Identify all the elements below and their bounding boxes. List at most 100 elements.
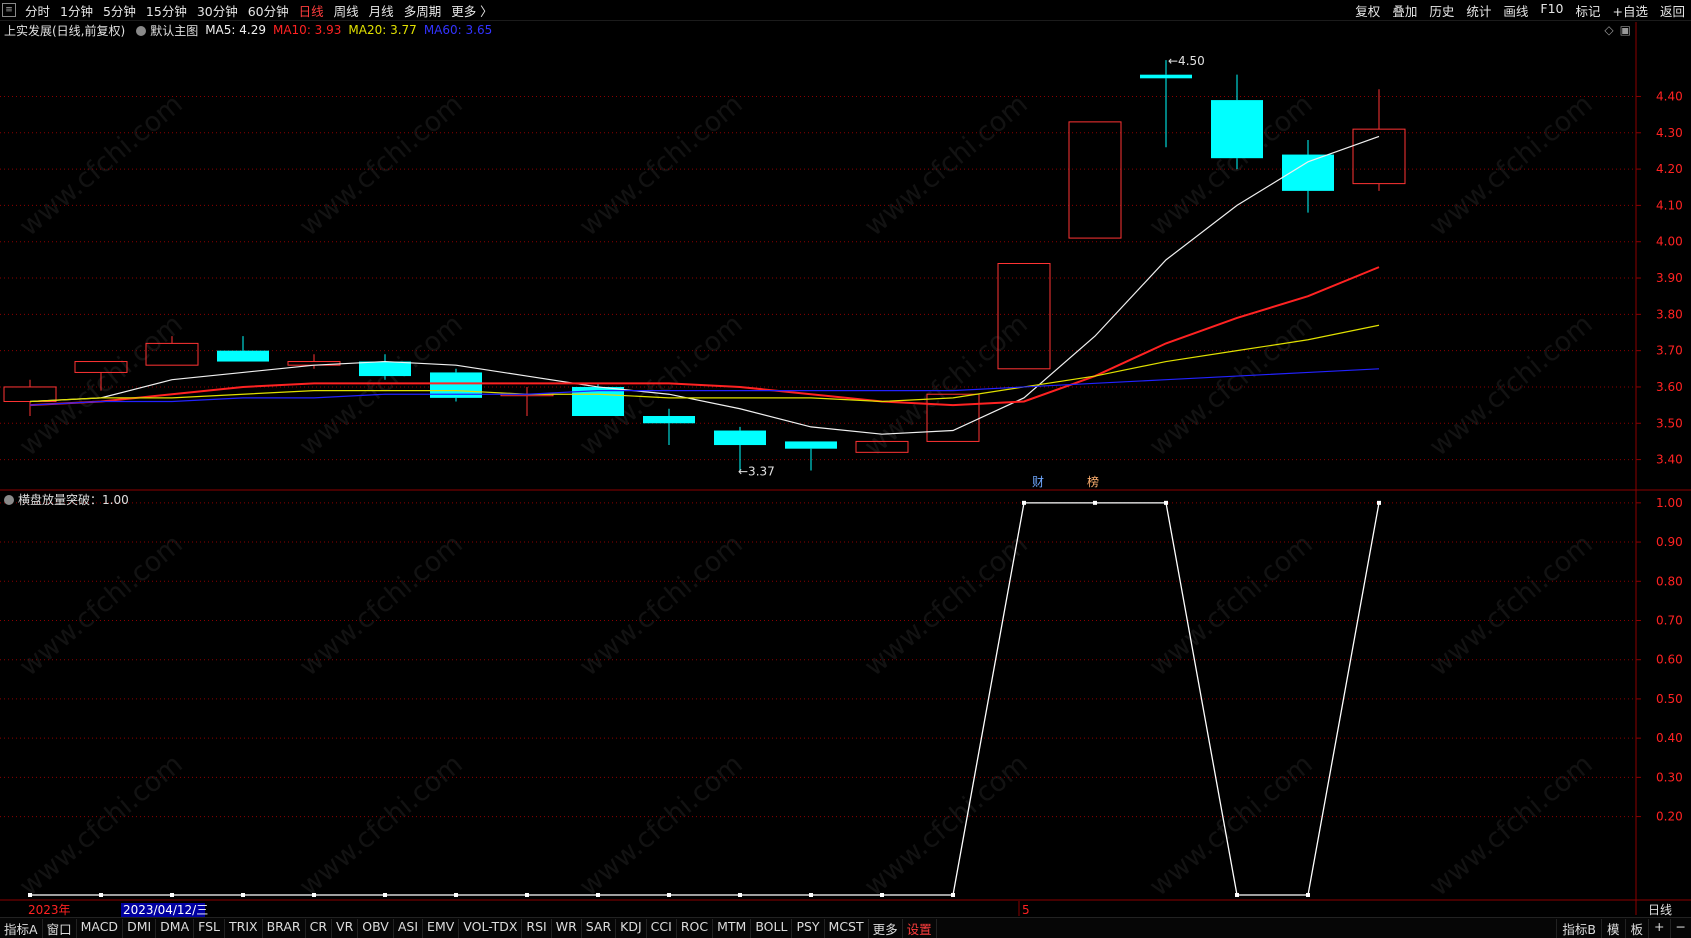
candle-body [926, 393, 980, 442]
period-tab-10[interactable]: 更多 〉 [446, 1, 497, 20]
period-tab-6[interactable]: 日线 [294, 1, 329, 20]
period-tab-3[interactable]: 15分钟 [141, 1, 192, 20]
indicator-point [596, 893, 600, 897]
bottom-right-tabs: 指标B 模板 + − [1556, 918, 1691, 938]
indicator-tick-label: 0.60 [1656, 653, 1683, 667]
indicator-tick-label: 0.30 [1656, 770, 1683, 784]
price-tick-label: 3.40 [1656, 453, 1683, 467]
indicator-tab-2[interactable]: MACD [77, 918, 124, 938]
diamond-icon[interactable]: ◇ [1604, 23, 1613, 37]
period-tab-5[interactable]: 60分钟 [243, 1, 294, 20]
candle-body [785, 441, 837, 449]
indicator-tab-5[interactable]: FSL [194, 918, 226, 938]
window-icon[interactable]: ▣ [1620, 23, 1631, 37]
toolbar-button-8[interactable]: 返回 [1654, 1, 1691, 20]
indicator-tab-25[interactable]: 设置 [903, 918, 937, 938]
indicator-tick-label: 0.50 [1656, 692, 1683, 706]
period-tab-4[interactable]: 30分钟 [192, 1, 243, 20]
bottom-right-tab-1[interactable]: 模 [1601, 918, 1625, 938]
indicator-tab-13[interactable]: VOL-TDX [459, 918, 523, 938]
indicator-point [880, 893, 884, 897]
indicator-tab-9[interactable]: VR [332, 918, 359, 938]
toolbar-button-2[interactable]: 历史 [1423, 1, 1460, 20]
indicator-tab-0[interactable]: 指标A [0, 918, 43, 938]
period-tab-0[interactable]: 分时 [20, 1, 55, 20]
candle-body [359, 361, 411, 377]
indicator-tab-12[interactable]: EMV [423, 918, 460, 938]
indicator-tab-18[interactable]: CCI [647, 918, 677, 938]
indicator-point [241, 893, 245, 897]
toolbar-button-5[interactable]: F10 [1534, 1, 1569, 20]
indicator-point [525, 893, 529, 897]
indicator-circle-icon[interactable] [4, 492, 18, 506]
candle-body [145, 342, 199, 366]
candle-body [3, 386, 57, 402]
indicator-tab-3[interactable]: DMI [123, 918, 157, 938]
toolbar-button-4[interactable]: 画线 [1497, 1, 1534, 20]
indicator-tab-4[interactable]: DMA [156, 918, 195, 938]
indicator-tab-20[interactable]: MTM [713, 918, 752, 938]
period-tab-7[interactable]: 周线 [329, 1, 364, 20]
indicator-tab-8[interactable]: CR [306, 918, 333, 938]
indicator-tab-1[interactable]: 窗口 [43, 918, 77, 938]
candle-body [74, 361, 128, 373]
indicator-tab-22[interactable]: PSY [792, 918, 825, 938]
indicator-tab-16[interactable]: SAR [582, 918, 617, 938]
indicator-tab-24[interactable]: 更多 [869, 918, 903, 938]
menu-icon[interactable]: ≡ [2, 3, 16, 17]
bottom-indicator-bar: 指标A 窗口 MACD DMI DMA FSL TRIX BRAR CR VR OBV ASI EMV V… [0, 917, 1691, 938]
indicator-tab-21[interactable]: BOLL [751, 918, 793, 938]
indicator-tab-10[interactable]: OBV [358, 918, 394, 938]
month-tick-label: 5 [1022, 903, 1030, 917]
price-tick-label: 4.30 [1656, 126, 1683, 140]
indicator-tab-17[interactable]: KDJ [616, 918, 647, 938]
bottom-right-tab-4[interactable]: − [1669, 918, 1691, 938]
top-toolbar: ≡ 分时 1分钟 5分钟 15分钟 30分钟 60分钟 日线 周线 月线 多周期 更多 〉 复权 叠加… [0, 0, 1691, 21]
ma-line-ma10 [29, 266, 1380, 407]
indicator-point [1306, 893, 1310, 897]
price-tick-label: 3.90 [1656, 271, 1683, 285]
toolbar-button-1[interactable]: 叠加 [1386, 1, 1423, 20]
date-cursor-label: 2023/04/12/三 [123, 903, 208, 917]
main-chart-label[interactable]: 默认主图 [150, 22, 198, 39]
low-price-marker: ←3.37 [738, 464, 775, 478]
toolbar-button-6[interactable]: 标记 [1569, 1, 1606, 20]
toolbar-button-3[interactable]: 统计 [1460, 1, 1497, 20]
candle-body [855, 440, 909, 453]
period-tab-8[interactable]: 月线 [364, 1, 399, 20]
bottom-right-tab-3[interactable]: + [1648, 918, 1669, 938]
indicator-tab-11[interactable]: ASI [394, 918, 424, 938]
indicator-tab-7[interactable]: BRAR [263, 918, 306, 938]
ma-line-ma5 [29, 135, 1380, 435]
indicator-point [312, 893, 316, 897]
bottom-right-tab-2[interactable]: 板 [1624, 918, 1649, 938]
settings-circle-icon[interactable] [132, 23, 150, 37]
candle-body [1140, 74, 1192, 79]
price-tick-label: 3.80 [1656, 307, 1683, 321]
indicator-tab-14[interactable]: RSI [522, 918, 552, 938]
indicator-tick-label: 0.70 [1656, 613, 1683, 627]
indicator-tick-label: 0.20 [1656, 810, 1683, 824]
toolbar-button-0[interactable]: 复权 [1349, 1, 1386, 20]
period-tab-2[interactable]: 5分钟 [98, 1, 141, 20]
candle-body [217, 350, 269, 362]
period-axis-label: 日线 [1648, 903, 1672, 917]
bottom-right-tab-0[interactable]: 指标B [1556, 918, 1601, 938]
price-tick-label: 4.10 [1656, 198, 1683, 212]
indicator-point [738, 893, 742, 897]
candle-body [1211, 100, 1263, 159]
toolbar-button-7[interactable]: +自选 [1607, 1, 1654, 20]
period-tab-9[interactable]: 多周期 [399, 1, 447, 20]
indicator-tab-15[interactable]: WR [552, 918, 582, 938]
price-tick-label: 4.20 [1656, 162, 1683, 176]
indicator-tab-6[interactable]: TRIX [225, 918, 263, 938]
stock-chart[interactable]: 3.40 3.50 3.60 3.70 3.80 3.90 4.00 4.10 4.20 4.30… [0, 0, 1691, 938]
indicator-tab-23[interactable]: MCST [825, 918, 869, 938]
stock-title: 上实发展(日线,前复权) [4, 23, 126, 38]
year-axis-label: 2023年 [28, 903, 71, 917]
candle-body [997, 263, 1051, 370]
period-tab-1[interactable]: 1分钟 [55, 1, 98, 20]
candle-body [1068, 121, 1122, 239]
indicator-tick-label: 0.40 [1656, 731, 1683, 745]
indicator-tab-19[interactable]: ROC [677, 918, 714, 938]
